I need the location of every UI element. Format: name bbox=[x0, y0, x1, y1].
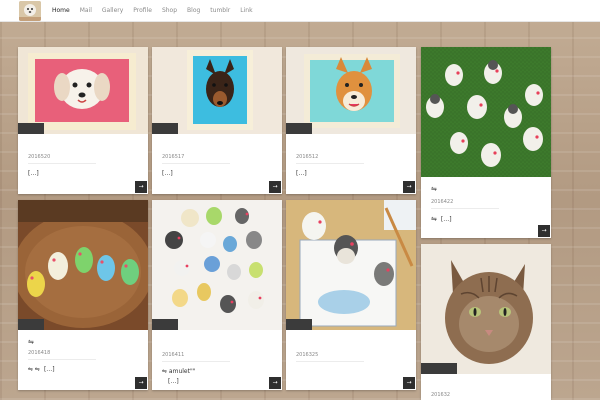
arrow-right-icon: → bbox=[272, 183, 278, 190]
nav-blog[interactable]: Blog bbox=[187, 7, 200, 14]
arrow-right-icon: → bbox=[406, 183, 412, 190]
nav-link[interactable]: Link bbox=[240, 7, 252, 14]
post-badge bbox=[286, 123, 312, 134]
read-more-button[interactable]: → bbox=[135, 377, 147, 389]
post-excerpt: […] bbox=[162, 170, 272, 177]
post-date: 2016418 bbox=[28, 350, 96, 360]
post-badge bbox=[152, 319, 178, 330]
post-thumbnail[interactable] bbox=[421, 47, 551, 177]
shuffle-icon: ⇋ bbox=[431, 215, 437, 223]
post-date: 2016422 bbox=[431, 199, 499, 209]
post-date: 2016520 bbox=[28, 154, 96, 164]
excerpt-text: […] bbox=[296, 170, 307, 177]
nav-shop[interactable]: Shop bbox=[162, 7, 177, 14]
post-thumbnail[interactable] bbox=[152, 200, 282, 330]
top-navigation: Home Mail Gallery Profile Shop Blog tumb… bbox=[0, 0, 600, 22]
nav-home[interactable]: Home bbox=[52, 7, 70, 14]
read-more-button[interactable]: → bbox=[403, 377, 415, 389]
read-more-button[interactable]: → bbox=[135, 181, 147, 193]
post-card[interactable]: 2016325 → bbox=[286, 200, 416, 390]
arrow-right-icon: → bbox=[138, 379, 144, 386]
excerpt-text: […] bbox=[162, 170, 173, 177]
read-more-button[interactable]: → bbox=[269, 377, 281, 389]
excerpt-text: […] bbox=[168, 378, 179, 385]
read-more-button[interactable]: → bbox=[538, 225, 550, 237]
post-excerpt: ⇋ ⇋ […] bbox=[28, 366, 138, 373]
post-date: 2016411 bbox=[162, 352, 230, 362]
post-date: 2016325 bbox=[296, 352, 364, 362]
site-logo[interactable] bbox=[19, 0, 41, 21]
post-thumbnail[interactable] bbox=[18, 200, 148, 330]
arrow-right-icon: → bbox=[406, 379, 412, 386]
read-more-button[interactable]: → bbox=[403, 181, 415, 193]
post-card[interactable]: 2016411 ⇋ amulet"" […] → bbox=[152, 200, 282, 390]
post-badge bbox=[18, 123, 44, 134]
arrow-right-icon: → bbox=[138, 183, 144, 190]
post-excerpt: […] bbox=[28, 170, 138, 177]
nav-gallery[interactable]: Gallery bbox=[102, 7, 123, 14]
post-excerpt: […] bbox=[162, 378, 272, 385]
post-date: 2016512 bbox=[296, 154, 364, 164]
excerpt-text: […] bbox=[440, 215, 452, 223]
post-date: 2016517 bbox=[162, 154, 230, 164]
post-card[interactable]: ⇋ 2016422 ⇋ […] → bbox=[421, 47, 551, 238]
post-card[interactable]: 2016517 […] → bbox=[152, 47, 282, 194]
nav-tumblr[interactable]: tumblr bbox=[210, 7, 230, 14]
post-badge bbox=[18, 319, 44, 330]
shuffle-icon: ⇋ bbox=[431, 185, 437, 193]
read-more-button[interactable]: → bbox=[269, 181, 281, 193]
post-thumbnail[interactable] bbox=[152, 47, 282, 134]
post-card[interactable]: ⇋ 2016418 ⇋ ⇋ […] → bbox=[18, 200, 148, 390]
post-thumbnail[interactable] bbox=[421, 244, 551, 374]
post-excerpt: ⇋ […] bbox=[431, 215, 541, 223]
post-excerpt-title: ⇋ amulet"" bbox=[162, 368, 272, 375]
arrow-right-icon: → bbox=[272, 379, 278, 386]
nav-profile[interactable]: Profile bbox=[133, 7, 152, 14]
excerpt-text: […] bbox=[28, 170, 39, 177]
post-thumbnail[interactable] bbox=[286, 47, 416, 134]
post-thumbnail[interactable] bbox=[18, 47, 148, 134]
post-thumbnail[interactable] bbox=[286, 200, 416, 330]
post-title: ⇋ amulet"" bbox=[162, 368, 196, 375]
nav-mail[interactable]: Mail bbox=[80, 7, 92, 14]
post-card[interactable]: 201632 bbox=[421, 244, 551, 400]
post-card[interactable]: 2016520 […] → bbox=[18, 47, 148, 194]
post-card[interactable]: 2016512 […] → bbox=[286, 47, 416, 194]
post-excerpt: […] bbox=[296, 170, 406, 177]
shuffle-icon: ⇋ bbox=[28, 338, 34, 346]
post-badge bbox=[421, 363, 457, 374]
post-date: 201632 bbox=[431, 392, 499, 400]
post-badge bbox=[152, 123, 178, 134]
post-badge bbox=[286, 319, 312, 330]
excerpt-title: ⇋ ⇋ bbox=[28, 366, 40, 373]
excerpt-text: […] bbox=[43, 366, 55, 373]
arrow-right-icon: → bbox=[541, 227, 547, 234]
